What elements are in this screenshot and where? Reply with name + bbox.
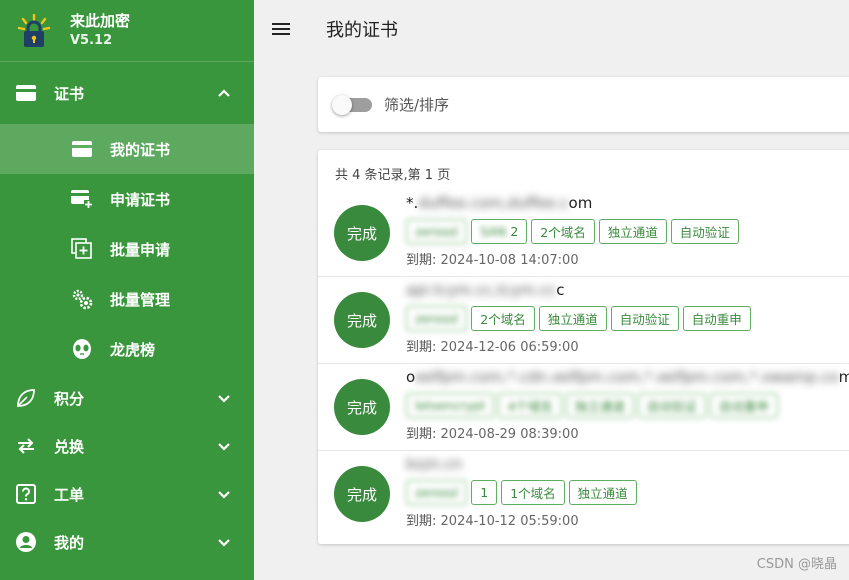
nav-apply-cert-label: 申请证书: [110, 190, 171, 209]
tag-domain-count[interactable]: 2个域名: [531, 219, 595, 244]
gears-icon: [70, 287, 94, 311]
status-badge: 完成: [334, 292, 390, 348]
status-badge: 完成: [334, 205, 390, 261]
filter-card: 筛选/排序: [318, 77, 849, 132]
batch-add-icon: [70, 237, 94, 261]
cert-row[interactable]: 完成 api.tcym.cc,tcym.ccc zerossl 2个域名 独立通…: [318, 277, 849, 364]
cert-row[interactable]: 完成 oxelfpm.com,*.cdn.xelfpm.com,*.xelfpm…: [318, 364, 849, 451]
tag-channel[interactable]: 独立通道: [598, 219, 667, 244]
cert-tags: zerossl 2个域名 独立通道 自动验证 自动重申: [406, 306, 751, 331]
tag-ca[interactable]: zerossl: [406, 219, 468, 244]
cert-expire: 到期: 2024-08-29 08:39:00: [406, 427, 579, 442]
tag-domain-count[interactable]: 1个域名: [501, 480, 565, 505]
menu-icon[interactable]: [272, 17, 296, 41]
nav-batch-manage-label: 批量管理: [110, 290, 171, 309]
filter-toggle[interactable]: [332, 94, 372, 115]
tag-channel[interactable]: 独立通道: [565, 393, 634, 418]
cert-row[interactable]: 完成 *.duffee.com,duffee.com zerossl SAN 2…: [318, 190, 849, 277]
tag-auto-renew[interactable]: 自动重申: [709, 393, 778, 418]
card-add-icon: [70, 187, 94, 211]
sidebar: 来此加密 V5.12 证书 我的证书 申请证书 批量申请 批量管理 龙虎榜 积分…: [0, 0, 254, 580]
nav-my-certs[interactable]: 我的证书: [0, 124, 254, 174]
alien-icon: [70, 337, 94, 361]
nav-exchange-label: 兑换: [54, 437, 85, 456]
nav-mine-label: 我的: [54, 533, 85, 552]
cert-domain: kszn.cn: [406, 455, 463, 473]
tag-san[interactable]: 1: [471, 480, 498, 505]
nav-points-label: 积分: [54, 389, 85, 408]
logo-lock-icon: [16, 13, 52, 49]
brand-version: V5.12: [70, 32, 113, 48]
tag-domain-count[interactable]: 4个域名: [498, 393, 562, 418]
nav-batch-apply[interactable]: 批量申请: [0, 224, 254, 274]
chevron-down-icon: [214, 532, 234, 552]
nav-cert-label: 证书: [54, 84, 85, 103]
cert-tags: zerossl 1 1个域名 独立通道: [406, 480, 637, 505]
cert-expire: 到期: 2024-10-12 05:59:00: [406, 514, 579, 529]
watermark: CSDN @晓晶: [756, 557, 837, 572]
chevron-down-icon: [214, 484, 234, 504]
cert-domain: *.duffee.com,duffee.com: [406, 194, 593, 212]
tag-san[interactable]: SAN 2: [471, 219, 528, 244]
cert-tags: letsencrypt 4个域名 独立通道 自动验证 自动重申: [406, 393, 778, 418]
page-title: 我的证书: [326, 20, 398, 41]
brand-name: 来此加密: [70, 11, 131, 30]
cert-domain: api.tcym.cc,tcym.ccc: [406, 281, 565, 299]
list-summary: 共 4 条记录,第 1 页: [335, 168, 451, 183]
chevron-down-icon: [214, 388, 234, 408]
filter-label: 筛选/排序: [384, 96, 450, 114]
top-bar: 我的证书: [254, 0, 849, 58]
nav-leaderboard-label: 龙虎榜: [110, 340, 156, 359]
nav-mine[interactable]: 我的: [0, 518, 254, 566]
tag-auto-verify[interactable]: 自动验证: [670, 219, 739, 244]
brand[interactable]: 来此加密 V5.12: [0, 0, 254, 62]
status-badge: 完成: [334, 379, 390, 435]
tag-channel[interactable]: 独立通道: [538, 306, 607, 331]
cert-list: 共 4 条记录,第 1 页 完成 *.duffee.com,duffee.com…: [318, 150, 849, 544]
cert-row[interactable]: 完成 kszn.cn zerossl 1 1个域名 独立通道 到期: 2024-…: [318, 451, 849, 538]
cert-expire: 到期: 2024-10-08 14:07:00: [406, 253, 579, 268]
nav-apply-cert[interactable]: 申请证书: [0, 174, 254, 224]
tag-ca[interactable]: zerossl: [406, 480, 468, 505]
tag-domain-count[interactable]: 2个域名: [471, 306, 535, 331]
nav-batch-apply-label: 批量申请: [110, 240, 171, 259]
nav-cert[interactable]: 证书: [0, 62, 254, 124]
leaf-icon: [14, 386, 38, 410]
cert-domain: oxelfpm.com,*.cdn.xelfpm.com,*.xelfpm.co…: [406, 368, 849, 386]
nav-my-certs-label: 我的证书: [110, 140, 171, 159]
cert-tags: zerossl SAN 2 2个域名 独立通道 自动验证: [406, 219, 739, 244]
nav-points[interactable]: 积分: [0, 374, 254, 422]
card-icon: [14, 81, 38, 105]
nav-leaderboard[interactable]: 龙虎榜: [0, 324, 254, 374]
nav-batch-manage[interactable]: 批量管理: [0, 274, 254, 324]
nav-ticket-label: 工单: [54, 485, 85, 504]
cert-expire: 到期: 2024-12-06 06:59:00: [406, 340, 579, 355]
swap-icon: [14, 434, 38, 458]
tag-ca[interactable]: letsencrypt: [406, 393, 495, 418]
nav-ticket[interactable]: 工单: [0, 470, 254, 518]
status-badge: 完成: [334, 466, 390, 522]
tag-ca[interactable]: zerossl: [406, 306, 468, 331]
tag-auto-verify[interactable]: 自动验证: [637, 393, 706, 418]
chevron-up-icon: [214, 83, 234, 103]
account-icon: [14, 530, 38, 554]
question-icon: [14, 482, 38, 506]
nav-exchange[interactable]: 兑换: [0, 422, 254, 470]
chevron-down-icon: [214, 436, 234, 456]
tag-auto-renew[interactable]: 自动重申: [682, 306, 751, 331]
tag-channel[interactable]: 独立通道: [568, 480, 637, 505]
toggle-knob: [332, 94, 352, 115]
card-icon: [70, 137, 94, 161]
tag-auto-verify[interactable]: 自动验证: [610, 306, 679, 331]
